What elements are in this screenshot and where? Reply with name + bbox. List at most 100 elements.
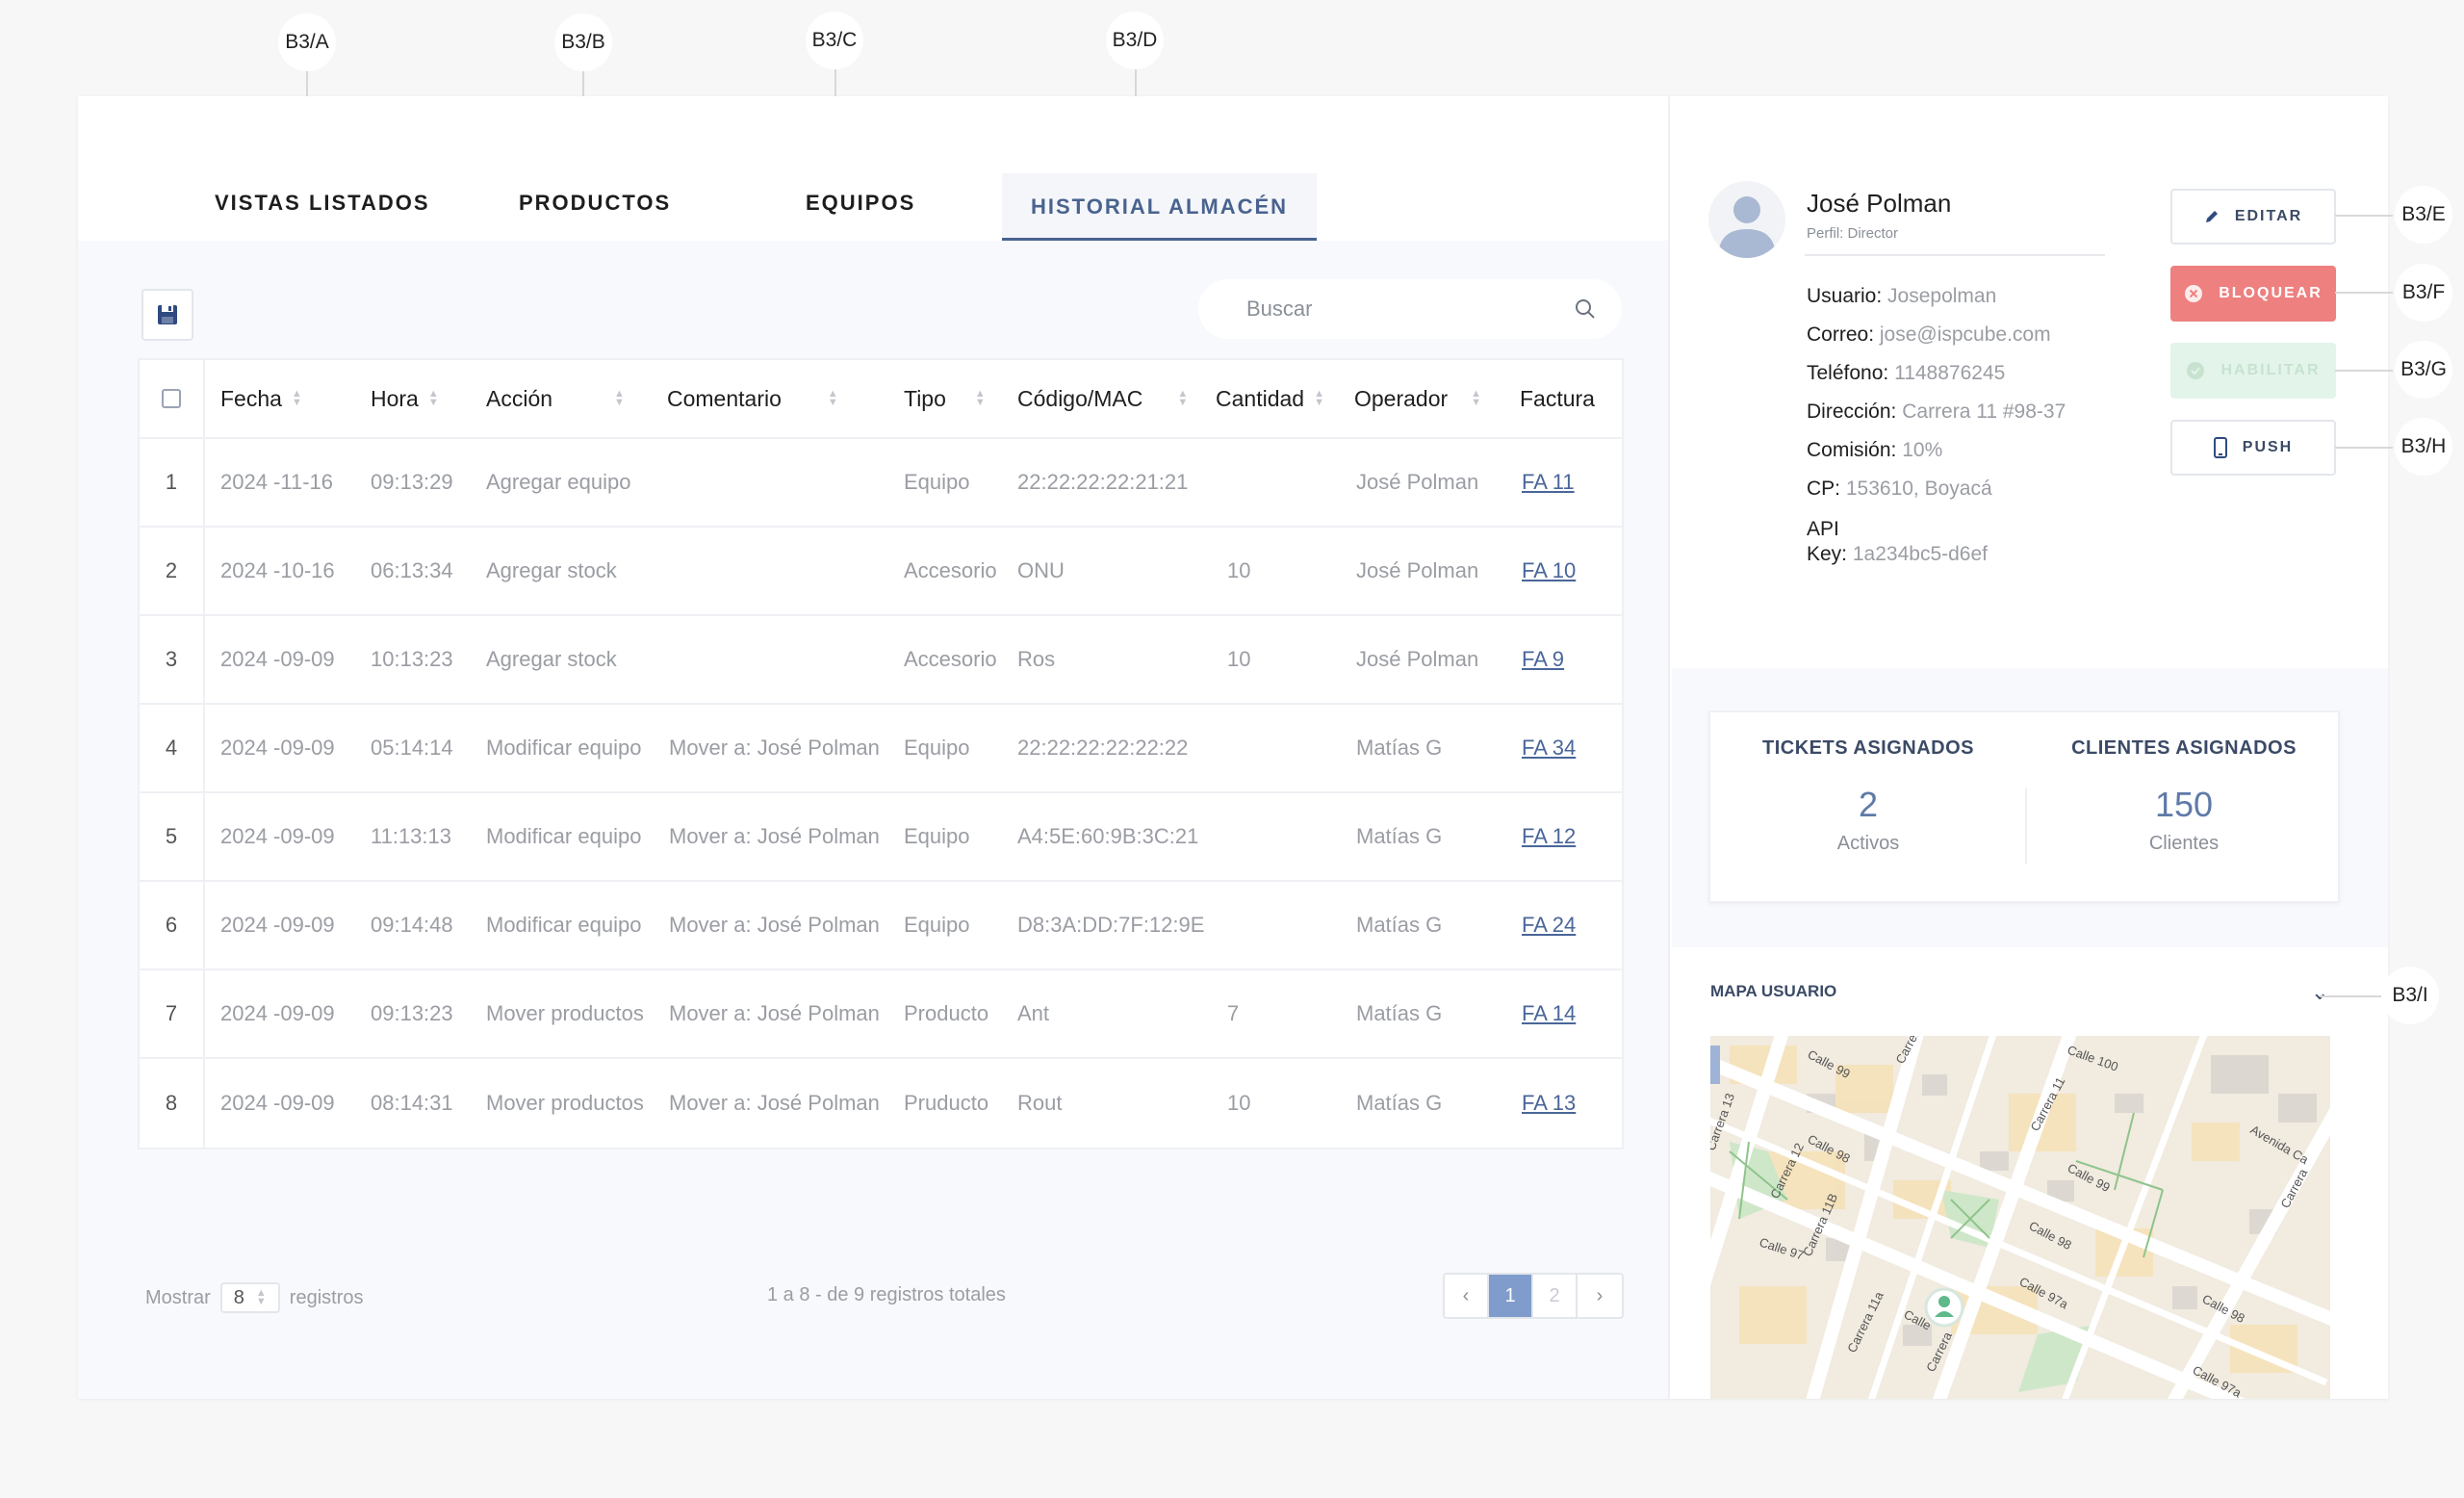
show-label: Mostrar — [145, 1286, 211, 1308]
user-map[interactable]: Calle 99 Carrera Calle 100 Carrera 11 Avenid… — [1710, 1036, 2330, 1399]
header-fecha[interactable]: Fecha ▲ ▼ — [220, 360, 346, 437]
edit-button[interactable]: EDITAR — [2170, 189, 2336, 245]
cell-tipo: Accesorio — [904, 558, 997, 582]
cell-operador: José Polman — [1356, 647, 1479, 671]
save-button[interactable] — [141, 289, 193, 341]
cell-hora: 11:13:13 — [371, 824, 452, 848]
history-table: Fecha ▲ ▼ Hora ▲ ▼ Acción ▲ ▼ Comentario ▲ ▼ Tip… — [138, 358, 1624, 1149]
row-number: 8 — [140, 1059, 205, 1148]
stat-clientes: CLIENTES ASIGNADOS 150 Clientes — [2071, 737, 2297, 854]
header-codigo[interactable]: Código/MAC ▲ ▼ — [1017, 360, 1210, 437]
prev-page-button[interactable]: ‹ — [1445, 1275, 1489, 1317]
tab-historial-almacen[interactable]: HISTORIAL ALMACÉN — [1002, 173, 1318, 241]
header-tipo[interactable]: Tipo ▲ ▼ — [904, 360, 1000, 437]
cell-codigo: Rout — [1017, 1091, 1063, 1115]
tab-productos[interactable]: PRODUCTOS — [519, 191, 671, 216]
tab-equipos[interactable]: EQUIPOS — [806, 191, 915, 216]
next-page-button[interactable]: › — [1578, 1275, 1622, 1317]
records-label: registros — [289, 1286, 364, 1308]
table-header-row: Fecha ▲ ▼ Hora ▲ ▼ Acción ▲ ▼ Comentario ▲ ▼ Tip… — [140, 360, 1622, 439]
header-operador[interactable]: Operador ▲ ▼ — [1354, 360, 1508, 437]
per-page-select[interactable]: 8 ▲ ▼ — [219, 1282, 280, 1313]
info-api-key: Key: 1a234bc5-d6ef — [1807, 543, 1988, 565]
chevron-down-icon[interactable]: ⌄ — [2311, 980, 2328, 1005]
table-row[interactable]: 4 2024 -09-09 05:14:14 Modificar equipo Move… — [140, 705, 1622, 793]
header-cantidad[interactable]: Cantidad ▲ ▼ — [1216, 360, 1341, 437]
cell-hora: 10:13:23 — [371, 647, 453, 671]
cell-factura[interactable]: FA 10 — [1522, 528, 1576, 614]
row-number: 1 — [140, 439, 205, 526]
header-factura: Factura — [1520, 385, 1595, 411]
table-row[interactable]: 8 2024 -09-09 08:14:31 Mover productos Mover… — [140, 1059, 1622, 1148]
invoice-link[interactable]: FA 13 — [1522, 1091, 1576, 1116]
stepper-icon[interactable]: ▲ ▼ — [256, 1288, 267, 1307]
table-row[interactable]: 2 2024 -10-16 06:13:34 Agregar stock Accesor… — [140, 528, 1622, 616]
row-number: 3 — [140, 616, 205, 703]
check-circle-icon — [2187, 362, 2205, 379]
sort-icon[interactable]: ▲ ▼ — [614, 389, 625, 408]
sort-icon[interactable]: ▲ ▼ — [975, 389, 986, 408]
search-icon[interactable] — [1574, 297, 1597, 321]
cell-accion: Mover productos — [486, 1001, 644, 1025]
invoice-link[interactable]: FA 14 — [1522, 1001, 1576, 1026]
cell-hora: 06:13:34 — [371, 558, 453, 582]
sort-icon[interactable]: ▲ ▼ — [292, 389, 302, 408]
cell-comentario: Mover a: José Polman — [669, 824, 880, 848]
row-number: 4 — [140, 705, 205, 791]
sort-icon[interactable]: ▲ ▼ — [428, 389, 439, 408]
info-usuario: Usuario: Josepolman — [1807, 285, 1997, 307]
search-input[interactable] — [1246, 297, 1574, 322]
floppy-disk-icon — [158, 305, 177, 324]
cell-factura[interactable]: FA 12 — [1522, 793, 1576, 880]
invoice-link[interactable]: FA 12 — [1522, 824, 1576, 849]
header-accion[interactable]: Acción ▲ ▼ — [486, 360, 650, 437]
tab-bar: VISTAS LISTADOS PRODUCTOS EQUIPOS HISTOR… — [78, 96, 1668, 241]
cell-fecha: 2024 -09-09 — [220, 1091, 335, 1115]
select-all-checkbox[interactable] — [162, 389, 181, 408]
annotation-b3d: B3/D — [1106, 12, 1164, 69]
table-row[interactable]: 6 2024 -09-09 09:14:48 Modificar equipo Move… — [140, 882, 1622, 970]
table-row[interactable]: 1 2024 -11-16 09:13:29 Agregar equipo Equipo… — [140, 439, 1622, 528]
cell-comentario: Mover a: José Polman — [669, 1091, 880, 1115]
info-api-label: API — [1807, 518, 1839, 540]
cell-accion: Mover productos — [486, 1091, 644, 1115]
cell-factura[interactable]: FA 13 — [1522, 1059, 1576, 1148]
records-summary: 1 a 8 - de 9 registros totales — [767, 1284, 1006, 1305]
cell-factura[interactable]: FA 24 — [1522, 882, 1576, 969]
sort-icon[interactable]: ▲ ▼ — [828, 389, 838, 408]
cell-accion: Agregar stock — [486, 558, 617, 582]
invoice-link[interactable]: FA 11 — [1522, 470, 1575, 495]
header-comentario[interactable]: Comentario ▲ ▼ — [667, 360, 879, 437]
tab-vistas-listados[interactable]: VISTAS LISTADOS — [215, 191, 430, 216]
annotation-b3f: B3/F — [2395, 264, 2452, 322]
table-row[interactable]: 5 2024 -09-09 11:13:13 Modificar equipo Move… — [140, 793, 1622, 882]
invoice-link[interactable]: FA 9 — [1522, 647, 1564, 672]
sort-icon[interactable]: ▲ ▼ — [1314, 389, 1324, 408]
cell-factura[interactable]: FA 11 — [1522, 439, 1575, 526]
block-button[interactable]: BLOQUEAR — [2170, 266, 2336, 322]
header-hora[interactable]: Hora ▲ ▼ — [371, 360, 476, 437]
sort-icon[interactable]: ▲ ▼ — [1177, 389, 1188, 408]
enable-button[interactable]: HABILITAR — [2170, 343, 2336, 399]
sort-icon[interactable]: ▲ ▼ — [1471, 389, 1481, 408]
cell-comentario: Mover a: José Polman — [669, 913, 880, 937]
cell-hora: 05:14:14 — [371, 736, 453, 760]
push-button[interactable]: PUSH — [2170, 420, 2336, 476]
search-box — [1198, 279, 1622, 339]
cell-tipo: Accesorio — [904, 647, 997, 671]
cell-factura[interactable]: FA 9 — [1522, 616, 1564, 703]
invoice-link[interactable]: FA 24 — [1522, 913, 1576, 938]
cell-hora: 09:13:29 — [371, 470, 453, 494]
cell-codigo: Ant — [1017, 1001, 1050, 1025]
page-1-button[interactable]: 1 — [1489, 1275, 1533, 1317]
table-row[interactable]: 3 2024 -09-09 10:13:23 Agregar stock Accesor… — [140, 616, 1622, 705]
cell-factura[interactable]: FA 34 — [1522, 705, 1576, 791]
annotation-b3e: B3/E — [2395, 186, 2452, 244]
table-row[interactable]: 7 2024 -09-09 09:13:23 Mover productos Mover… — [140, 970, 1622, 1059]
invoice-link[interactable]: FA 10 — [1522, 558, 1576, 583]
invoice-link[interactable]: FA 34 — [1522, 736, 1576, 761]
cell-factura[interactable]: FA 14 — [1522, 970, 1576, 1057]
row-number: 7 — [140, 970, 205, 1057]
page-2-button[interactable]: 2 — [1533, 1275, 1578, 1317]
cell-fecha: 2024 -10-16 — [220, 558, 335, 582]
